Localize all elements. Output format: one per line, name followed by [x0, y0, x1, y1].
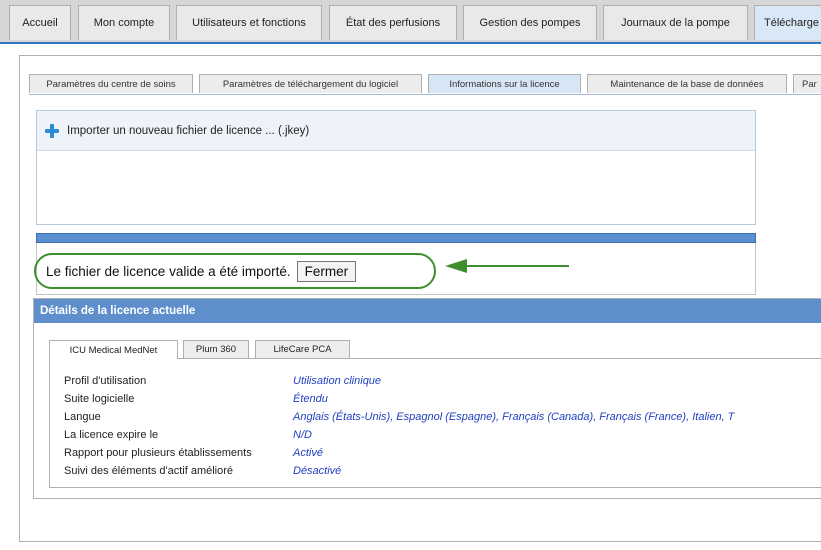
- nav-tab-label: Mon compte: [93, 17, 155, 29]
- nav-tab-accueil[interactable]: Accueil: [9, 5, 71, 40]
- detail-value: N/D: [293, 429, 312, 441]
- detail-label: Rapport pour plusieurs établissements: [64, 447, 252, 459]
- product-tab-mednet[interactable]: ICU Medical MedNet: [49, 340, 178, 359]
- product-tab-lifecare-pca[interactable]: LifeCare PCA: [255, 340, 350, 358]
- close-button[interactable]: Fermer: [296, 260, 357, 282]
- nav-tab-journaux-pompe[interactable]: Journaux de la pompe: [603, 5, 748, 40]
- product-tab-label: ICU Medical MedNet: [69, 344, 158, 356]
- nav-tab-gestion-pompes[interactable]: Gestion des pompes: [463, 5, 597, 40]
- detail-value: Anglais (États-Unis), Espagnol (Espagne)…: [293, 411, 735, 423]
- nav-tab-etat-perfusions[interactable]: État des perfusions: [329, 5, 457, 40]
- plus-icon: [45, 123, 59, 138]
- product-tab-label: Plum 360: [195, 344, 237, 355]
- product-tabs: ICU Medical MedNet Plum 360 LifeCare PCA: [49, 340, 821, 359]
- message-header-bar: [36, 233, 756, 243]
- import-license-label: Importer un nouveau fichier de licence .…: [67, 124, 310, 137]
- subtab-label: Informations sur la licence: [449, 78, 560, 90]
- import-panel: Importer un nouveau fichier de licence .…: [36, 110, 756, 225]
- subtab-centre-soins[interactable]: Paramètres du centre de soins: [29, 74, 193, 93]
- subtab-telechargement-logiciel[interactable]: Paramètres de téléchargement du logiciel: [199, 74, 422, 93]
- nav-tab-label: Gestion des pompes: [479, 17, 581, 29]
- detail-label: Suite logicielle: [64, 393, 135, 405]
- product-tab-plum360[interactable]: Plum 360: [183, 340, 249, 358]
- subtab-label: Maintenance de la base de données: [610, 78, 764, 90]
- nav-tab-mon-compte[interactable]: Mon compte: [78, 5, 170, 40]
- detail-value: Activé: [293, 447, 323, 459]
- nav-tab-label: Journaux de la pompe: [621, 17, 730, 29]
- product-tab-label: LifeCare PCA: [273, 344, 332, 355]
- nav-tab-telecharger[interactable]: Télécharge: [754, 5, 821, 40]
- detail-label: Suivi des éléments d'actif amélioré: [64, 465, 234, 477]
- subtab-maintenance-bd[interactable]: Maintenance de la base de données: [587, 74, 787, 93]
- subtab-label: Paramètres du centre de soins: [46, 78, 176, 90]
- nav-tab-label: Accueil: [22, 17, 58, 29]
- nav-tab-label: Utilisateurs et fonctions: [192, 17, 306, 29]
- detail-value: Étendu: [293, 393, 328, 405]
- import-license-button[interactable]: Importer un nouveau fichier de licence .…: [37, 111, 755, 151]
- success-message-text: Le fichier de licence valide a été impor…: [46, 263, 291, 279]
- success-message-highlight: Le fichier de licence valide a été impor…: [34, 253, 436, 289]
- subtab-par[interactable]: Par: [793, 74, 821, 93]
- detail-label: La licence expire le: [64, 429, 159, 441]
- detail-value: Utilisation clinique: [293, 375, 382, 387]
- subtab-label: Par: [802, 78, 817, 90]
- subtab-informations-licence[interactable]: Informations sur la licence: [428, 74, 581, 93]
- nav-tab-utilisateurs[interactable]: Utilisateurs et fonctions: [176, 5, 322, 40]
- license-details-title: Détails de la licence actuelle: [34, 299, 821, 323]
- top-navigation: Accueil Mon compte Utilisateurs et fonct…: [0, 0, 821, 44]
- nav-tab-label: État des perfusions: [345, 17, 441, 29]
- subtab-label: Paramètres de téléchargement du logiciel: [222, 78, 399, 90]
- detail-label: Langue: [64, 411, 101, 423]
- arrow-left-icon: [445, 259, 569, 273]
- detail-label: Profil d'utilisation: [64, 375, 147, 387]
- detail-value: Désactivé: [293, 465, 342, 477]
- settings-subtabs: Paramètres du centre de soins Paramètres…: [29, 74, 821, 95]
- nav-tab-label: Télécharge: [764, 17, 820, 29]
